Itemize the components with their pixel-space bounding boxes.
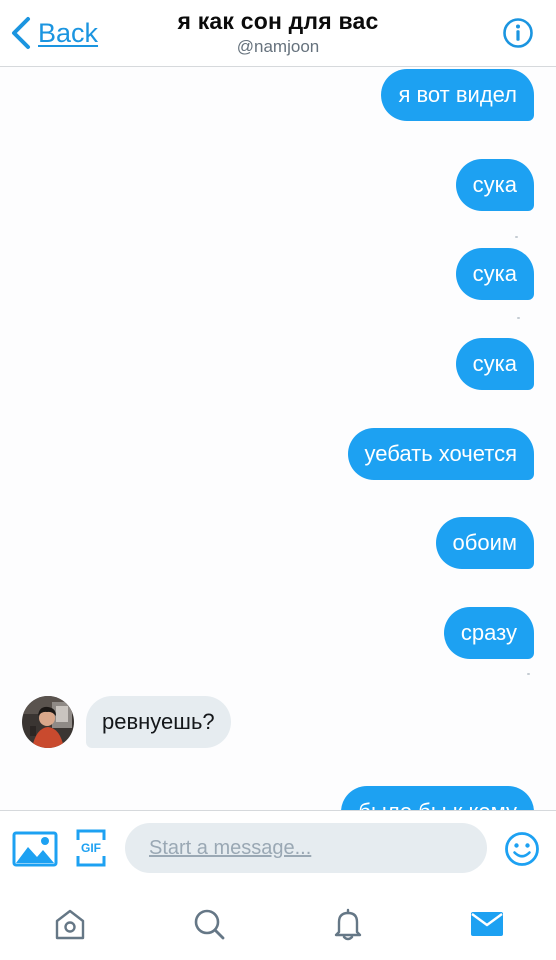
tab-messages[interactable] (467, 904, 507, 944)
tab-search[interactable] (189, 904, 229, 944)
message-bubble-outgoing[interactable]: сука (455, 248, 534, 300)
conversation-title-block[interactable]: я как сон для вас @namjoon (120, 7, 436, 57)
tab-home[interactable] (50, 904, 90, 944)
add-gif-button[interactable]: GIF (76, 829, 106, 872)
back-label: Back (38, 17, 99, 48)
messages-icon (471, 912, 503, 936)
gif-label: GIF (81, 841, 101, 855)
bottom-tab-bar (0, 888, 556, 960)
message-bubble-outgoing[interactable]: уебать хочется (347, 428, 534, 480)
gif-icon: GIF (76, 829, 106, 867)
home-icon (55, 909, 85, 940)
info-icon (503, 18, 533, 48)
message-input[interactable] (125, 823, 487, 873)
message-bubble-outgoing[interactable]: сука (455, 159, 534, 211)
message-bubble-outgoing[interactable]: сразу (443, 607, 534, 659)
message-thread[interactable]: я вот видел сука сука сука уебать хочетс… (0, 66, 556, 810)
emoji-button[interactable] (504, 831, 540, 872)
notifications-icon (334, 908, 362, 941)
add-photo-button[interactable] (12, 831, 58, 872)
message-status-dot (515, 236, 518, 238)
chevron-left-icon (12, 17, 30, 49)
message-status-dot (517, 317, 520, 319)
message-bubble-incoming[interactable]: ревнуешь? (86, 696, 231, 748)
message-bubble-outgoing[interactable]: обоим (435, 517, 534, 569)
info-button[interactable] (502, 17, 534, 54)
conversation-handle: @namjoon (236, 37, 320, 56)
dm-conversation-screen: Back я как сон для вас @namjoon я вот ви… (0, 0, 556, 960)
avatar[interactable] (22, 696, 74, 748)
back-button[interactable]: Back (10, 14, 98, 52)
tab-notifications[interactable] (328, 904, 368, 944)
image-icon (12, 831, 58, 867)
message-bubble-outgoing[interactable]: сука (455, 338, 534, 390)
search-icon (194, 909, 225, 940)
conversation-title: я как сон для вас (177, 8, 379, 34)
message-bubble-outgoing[interactable]: было бы к кому (341, 786, 534, 810)
conversation-header: Back я как сон для вас @namjoon (0, 0, 556, 67)
smiley-icon (505, 832, 539, 866)
message-bubble-outgoing[interactable]: я вот видел (381, 69, 534, 121)
profile-photo (22, 696, 74, 748)
message-status-dot (527, 673, 530, 675)
message-composer: GIF (0, 810, 556, 889)
